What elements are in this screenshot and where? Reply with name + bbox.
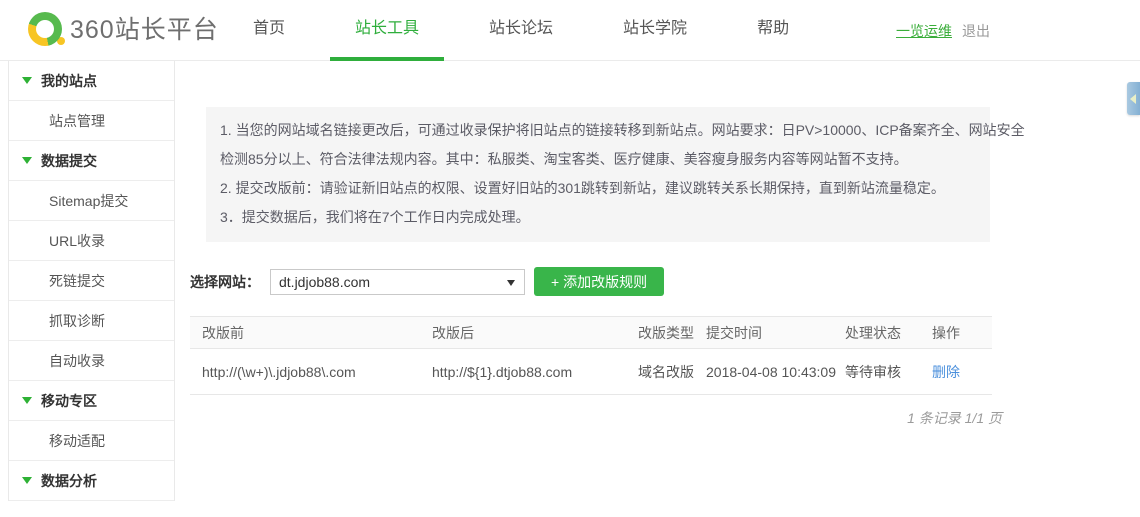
side-panel-expand-tab[interactable] xyxy=(1127,82,1140,115)
logo-text: 360站长平台 xyxy=(70,16,219,44)
col-header-after: 改版后 xyxy=(432,316,638,349)
notice-line: 1. 当您的网站域名链接更改后，可通过收录保护将旧站点的链接转移到新站点。网站要… xyxy=(220,122,1025,138)
sidebar-item-sitemap-submit[interactable]: Sitemap提交 xyxy=(9,181,174,221)
col-header-before: 改版前 xyxy=(190,316,432,349)
caret-down-icon xyxy=(22,477,32,484)
site-select-value: dt.jdjob88.com xyxy=(279,273,371,290)
sidebar-section-label: 移动专区 xyxy=(41,392,97,409)
sidebar-item-mobile-adaptation[interactable]: 移动适配 xyxy=(9,421,174,461)
add-revision-rule-button[interactable]: + 添加改版规则 xyxy=(534,267,665,296)
ops-account-link[interactable]: 一览运维 xyxy=(896,21,952,41)
notice-line: 2. 提交改版前：请验证新旧站点的权限、设置好旧站的301跳转到新站，建议跳转关… xyxy=(220,180,945,196)
pagination-summary: 1 条记录 1/1 页 xyxy=(907,410,1002,426)
notice-line: 3．提交数据后，我们将在7个工作日内完成处理。 xyxy=(220,209,530,225)
revision-rules-table: 改版前 改版后 改版类型 提交时间 处理状态 操作 http://(\w+)\.… xyxy=(190,316,992,395)
sidebar: 我的站点 站点管理 数据提交 Sitemap提交 URL收录 死链提交 抓取诊断… xyxy=(8,61,175,501)
sidebar-item-auto-inclusion[interactable]: 自动收录 xyxy=(9,341,174,381)
sidebar-section-label: 数据提交 xyxy=(41,152,97,169)
logout-link[interactable]: 退出 xyxy=(962,21,990,41)
cell-submit-time: 2018-04-08 10:43:09 xyxy=(706,348,845,395)
main-nav: 首页 站长工具 站长论坛 站长学院 帮助 xyxy=(218,0,824,61)
site-select-dropdown[interactable]: dt.jdjob88.com xyxy=(270,268,525,295)
sidebar-item-dead-link-submit[interactable]: 死链提交 xyxy=(9,261,174,301)
360-ring-icon xyxy=(28,12,62,46)
caret-down-icon xyxy=(22,397,32,404)
col-header-type: 改版类型 xyxy=(638,316,706,349)
delete-link[interactable]: 删除 xyxy=(932,364,960,380)
sidebar-section-data-submit[interactable]: 数据提交 xyxy=(9,141,174,181)
top-header: 360站长平台 首页 站长工具 站长论坛 站长学院 帮助 一览运维 退出 xyxy=(0,0,1140,61)
sidebar-section-mobile-zone[interactable]: 移动专区 xyxy=(9,381,174,421)
logo[interactable]: 360站长平台 xyxy=(28,12,219,46)
col-header-action: 操作 xyxy=(932,316,992,349)
cell-url-after: http://${1}.dtjob88.com xyxy=(432,348,638,395)
nav-item-forum[interactable]: 站长论坛 xyxy=(464,0,578,61)
caret-down-icon xyxy=(22,157,32,164)
header-user-links: 一览运维 退出 xyxy=(896,0,990,61)
sidebar-section-label: 我的站点 xyxy=(41,72,97,89)
table-header-row: 改版前 改版后 改版类型 提交时间 处理状态 操作 xyxy=(190,316,992,349)
site-select-row: 选择网站： dt.jdjob88.com + 添加改版规则 xyxy=(190,267,665,296)
table-row: http://(\w+)\.jdjob88\.com http://${1}.d… xyxy=(190,348,992,395)
sidebar-section-data-analysis[interactable]: 数据分析 xyxy=(9,461,174,501)
sidebar-item-site-management[interactable]: 站点管理 xyxy=(9,101,174,141)
nav-item-academy[interactable]: 站长学院 xyxy=(598,0,712,61)
dropdown-arrow-icon xyxy=(507,279,515,286)
sidebar-section-label: 数据分析 xyxy=(41,472,97,489)
nav-item-help[interactable]: 帮助 xyxy=(732,0,814,61)
notice-line: 检测85分以上、符合法律法规内容。其中：私服类、淘宝客类、医疗健康、美容瘦身服务… xyxy=(220,151,908,167)
main-content: 1. 当您的网站域名链接更改后，可通过收录保护将旧站点的链接转移到新站点。网站要… xyxy=(176,61,1140,517)
cell-url-before: http://(\w+)\.jdjob88\.com xyxy=(190,348,432,395)
col-header-status: 处理状态 xyxy=(845,316,932,349)
caret-down-icon xyxy=(22,77,32,84)
notice-box: 1. 当您的网站域名链接更改后，可通过收录保护将旧站点的链接转移到新站点。网站要… xyxy=(206,107,1025,242)
nav-item-webmaster-tools[interactable]: 站长工具 xyxy=(330,0,445,61)
sidebar-item-url-inclusion[interactable]: URL收录 xyxy=(9,221,174,261)
site-select-label: 选择网站： xyxy=(190,273,260,290)
chevron-left-icon xyxy=(1130,93,1136,104)
sidebar-item-crawl-diagnosis[interactable]: 抓取诊断 xyxy=(9,301,174,341)
cell-revision-type: 域名改版 xyxy=(638,348,706,395)
sidebar-section-my-sites[interactable]: 我的站点 xyxy=(9,61,174,101)
cell-status: 等待审核 xyxy=(845,348,932,395)
nav-item-home[interactable]: 首页 xyxy=(228,0,310,61)
col-header-time: 提交时间 xyxy=(706,316,845,349)
